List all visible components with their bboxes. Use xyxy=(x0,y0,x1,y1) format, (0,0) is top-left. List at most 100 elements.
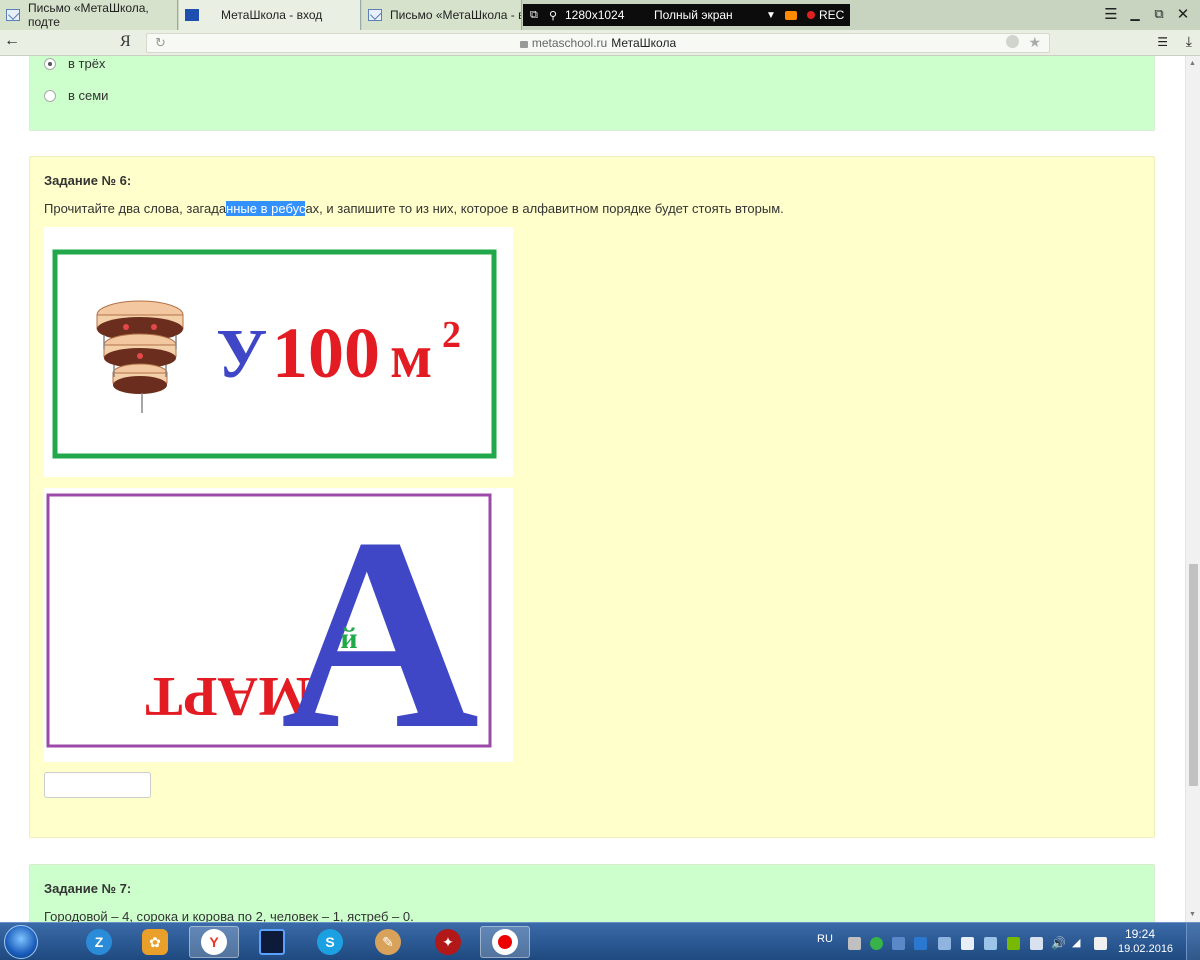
record-dot-icon xyxy=(807,11,815,19)
mail-icon xyxy=(368,9,382,21)
clock-time: 19:24 xyxy=(1124,927,1156,941)
monitor-icon xyxy=(259,929,285,955)
screen-recorder-bar: ⧉ ⚲ 1280x1024 Полный экран ▼ REC xyxy=(523,4,850,26)
mail-icon xyxy=(6,9,20,21)
record-icon xyxy=(492,929,518,955)
taskbar-app-fruit[interactable]: ✿ xyxy=(130,926,180,958)
taskbar: Z ✿ Y S ✎ ✦ RU 🔊 ◢ 19:24 19.02.2016 xyxy=(0,922,1200,960)
page-scrollbar[interactable]: ▲ ▼ xyxy=(1185,56,1200,922)
radio-label: в семи xyxy=(68,88,109,103)
rebus-image-1: У 100 м 2 xyxy=(44,227,513,477)
selected-text: нные в ребус xyxy=(226,201,306,216)
rebus-superscript: 2 xyxy=(442,314,461,356)
cake-icon xyxy=(96,300,184,413)
show-desktop-button[interactable] xyxy=(1186,923,1200,960)
game-icon: ✦ xyxy=(435,929,461,955)
taskbar-app-skype[interactable]: S xyxy=(305,926,355,958)
url-domain: metaschool.ru xyxy=(531,36,608,50)
chevron-down-icon[interactable]: ▼ xyxy=(766,4,776,26)
star-icon[interactable]: ★ xyxy=(1028,34,1041,51)
protect-icon[interactable] xyxy=(1006,35,1019,48)
menu-icon[interactable]: ☰ xyxy=(1100,3,1122,25)
close-icon[interactable]: ✕ xyxy=(1172,3,1194,25)
rebus-2-drawing: МАРТ А й xyxy=(46,482,492,786)
taskbar-app-zona[interactable]: Z xyxy=(74,926,124,958)
tray-app-icon[interactable] xyxy=(848,937,861,950)
task-text-part: Прочитайте два слова, загада xyxy=(44,201,227,216)
taskbar-app-yandex-browser[interactable]: Y xyxy=(189,926,239,958)
lock-icon xyxy=(519,41,528,48)
yandex-browser-icon: Y xyxy=(201,929,227,955)
radio-option[interactable]: в семи xyxy=(44,88,108,103)
language-indicator[interactable]: RU xyxy=(817,933,833,945)
scroll-thumb[interactable] xyxy=(1189,564,1198,786)
task-title: Задание № 6: xyxy=(44,173,132,188)
tab-bar: Письмо «МетаШкола, подте МетаШкола - вхо… xyxy=(0,0,1200,30)
maximize-icon[interactable]: ⧉ xyxy=(1148,3,1170,25)
task-block-7: Задание № 7: Городовой – 4, сорока и кор… xyxy=(29,864,1155,922)
clock-date: 19.02.2016 xyxy=(1118,943,1174,955)
tray-nvidia-icon[interactable] xyxy=(1007,937,1020,950)
task-text: Городовой – 4, сорока и корова по 2, чел… xyxy=(44,909,414,922)
tray-status-icon[interactable] xyxy=(870,937,883,950)
url-text: metaschool.ru МетаШкола xyxy=(147,36,1049,50)
tab-label: МетаШкола - вход xyxy=(221,8,323,22)
taskbar-app-game[interactable]: ✦ xyxy=(423,926,473,958)
url-field[interactable]: ↻ metaschool.ru МетаШкола ★ xyxy=(146,33,1050,53)
restore-icon[interactable]: ⧉ xyxy=(530,4,538,26)
rebus-number: 100 xyxy=(272,313,380,393)
taskbar-app-monitor[interactable] xyxy=(247,926,297,958)
tray-security-icon[interactable] xyxy=(984,937,997,950)
network-icon[interactable]: ◢ xyxy=(1072,937,1085,950)
tab-label: Письмо «МетаШкола, подте xyxy=(28,1,149,29)
url-page-title: МетаШкола xyxy=(611,36,677,50)
tray-tool-icon[interactable] xyxy=(938,937,951,950)
zona-icon: Z xyxy=(86,929,112,955)
tray-network-app-icon[interactable] xyxy=(914,937,927,950)
radio-label: в трёх xyxy=(68,56,106,71)
task-text-part: ах, и запишите то из них, которое в алфа… xyxy=(305,201,784,216)
back-arrow-icon[interactable]: ← xyxy=(4,32,20,50)
download-icon[interactable]: ⤓ xyxy=(1186,33,1192,50)
volume-icon[interactable]: 🔊 xyxy=(1051,937,1066,950)
tab-metaschool-login[interactable]: МетаШкола - вход xyxy=(179,0,361,30)
taskbar-app-recorder[interactable] xyxy=(480,926,530,958)
task-title: Задание № 7: xyxy=(44,881,132,896)
address-bar: ← Я ↻ metaschool.ru МетаШкола ★ ☰ ⤓ xyxy=(0,30,1200,56)
hamburger-icon[interactable]: ☰ xyxy=(1157,35,1168,49)
rebus-big-letter: А xyxy=(281,488,480,762)
rec-button[interactable]: REC xyxy=(807,4,844,26)
recorder-mode[interactable]: Полный экран xyxy=(654,4,733,26)
rebus-letter-u: У xyxy=(216,316,267,393)
scroll-down-icon[interactable]: ▼ xyxy=(1189,911,1196,918)
tray-monitor-icon[interactable] xyxy=(1030,937,1043,950)
yandex-logo[interactable]: Я xyxy=(120,33,131,51)
answer-input[interactable] xyxy=(44,772,151,798)
tray-cloud-icon[interactable] xyxy=(892,937,905,950)
task-text: Прочитайте два слова, загаданные в ребус… xyxy=(44,201,784,216)
start-button[interactable] xyxy=(4,925,38,959)
recorder-resolution: 1280x1024 xyxy=(565,8,625,22)
minimize-icon[interactable]: ▁ xyxy=(1124,3,1146,25)
zoom-icon[interactable]: ⚲ xyxy=(549,4,557,26)
metaschool-icon xyxy=(185,9,199,21)
radio-button[interactable] xyxy=(44,57,56,70)
tray-windows-icon[interactable] xyxy=(961,937,974,950)
rebus-letter-m: м xyxy=(390,323,432,391)
rebus-small-letter: й xyxy=(340,622,357,655)
tab-mail-confirm[interactable]: Письмо «МетаШкола, подте xyxy=(0,0,178,30)
scroll-up-icon[interactable]: ▲ xyxy=(1189,60,1196,67)
action-center-icon[interactable] xyxy=(1094,937,1107,950)
taskbar-app-paint[interactable]: ✎ xyxy=(363,926,413,958)
rebus-image-2: МАРТ А й xyxy=(44,482,513,786)
task-block-5: в трёх в семи xyxy=(29,56,1155,131)
page-content: в трёх в семи Задание № 6: Прочитайте дв… xyxy=(0,56,1185,922)
radio-button[interactable] xyxy=(44,89,56,102)
tab-mail-restore[interactable]: Письмо «МетаШкола - вос xyxy=(362,0,522,30)
clock[interactable]: 19:24 19.02.2016 xyxy=(1118,927,1174,957)
tab-label: Письмо «МетаШкола - вос xyxy=(390,8,521,22)
skype-icon: S xyxy=(317,929,343,955)
task-block-6: Задание № 6: Прочитайте два слова, загад… xyxy=(29,156,1155,838)
camera-icon[interactable] xyxy=(785,4,797,26)
radio-option[interactable]: в трёх xyxy=(44,56,105,71)
